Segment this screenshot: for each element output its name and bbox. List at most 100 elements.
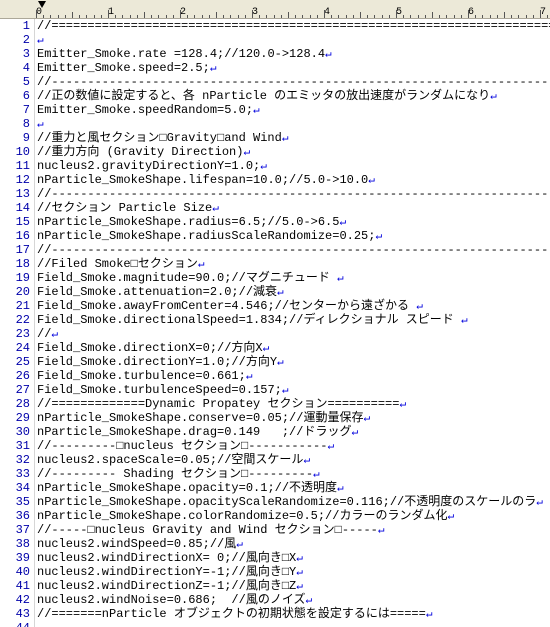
code-text: nParticle_SmokeShape.opacity=0.1;//不透明度 [37,481,337,495]
line-number: 19 [0,271,34,285]
eol-marker: ↵ [305,595,312,607]
eol-marker: ↵ [337,273,344,285]
code-line[interactable]: nucleus2.spaceScale=0.05;//空間スケール↵ [37,453,550,467]
code-text: nucleus2.windDirectionZ=-1;//風向き□Z [37,579,296,593]
line-number: 12 [0,173,34,187]
line-number: 31 [0,439,34,453]
code-line[interactable]: //--------------------------------------… [37,243,550,257]
code-text: Field_Smoke.directionY=1.0;//方向Y [37,355,277,369]
eol-marker: ↵ [51,329,58,341]
eol-marker: ↵ [363,413,370,425]
code-line[interactable]: //======================================… [37,19,550,33]
code-text: nParticle_SmokeShape.radiusScaleRandomiz… [37,229,375,243]
code-line[interactable]: Field_Smoke.directionalSpeed=1.834;//ディレ… [37,313,550,327]
code-line[interactable]: //-----□nucleus Gravity and Wind セクション□-… [37,523,550,537]
code-line[interactable]: Field_Smoke.awayFromCenter=4.546;//センターか… [37,299,550,313]
code-line[interactable]: //セクション Particle Size↵ [37,201,550,215]
line-number: 16 [0,229,34,243]
code-text: Emitter_Smoke.rate =128.4;//120.0->128.4 [37,47,325,61]
eol-marker: ↵ [37,119,44,131]
code-line[interactable]: //--------- Shading セクション□---------↵ [37,467,550,481]
code-line[interactable]: //--------------------------------------… [37,75,550,89]
code-line[interactable]: //重力方向 (Gravity Direction)↵ [37,145,550,159]
line-number: 15 [0,215,34,229]
code-text: Emitter_Smoke.speed=2.5; [37,61,210,75]
code-line[interactable]: //↵ [37,327,550,341]
code-line[interactable]: Field_Smoke.turbulenceSpeed=0.157;↵ [37,383,550,397]
eol-marker: ↵ [339,217,346,229]
code-line[interactable]: nParticle_SmokeShape.opacityScaleRandomi… [37,495,550,509]
code-line[interactable]: nParticle_SmokeShape.radiusScaleRandomiz… [37,229,550,243]
line-number: 39 [0,551,34,565]
code-line[interactable]: ↵ [37,33,550,47]
code-text: nucleus2.windDirectionY=-1;//風向き□Y [37,565,296,579]
code-line[interactable]: nParticle_SmokeShape.conserve=0.05;//運動量… [37,411,550,425]
code-line[interactable]: //=============Dynamic Propatey セクション===… [37,397,550,411]
eol-marker: ↵ [212,203,219,215]
eol-marker: ↵ [282,133,289,145]
horizontal-ruler: 01234567 [0,0,550,19]
code-text: nucleus2.windNoise=0.686; //風のノイズ [37,593,305,607]
code-line[interactable]: ↵ [37,117,550,131]
code-line[interactable]: nucleus2.windDirectionZ=-1;//風向き□Z↵ [37,579,550,593]
line-number: 40 [0,565,34,579]
eol-marker: ↵ [260,161,267,173]
code-text: Field_Smoke.directionalSpeed=1.834;//ディレ… [37,313,461,327]
line-number: 44 [0,621,34,627]
code-text: //=============Dynamic Propatey セクション===… [37,397,399,411]
eol-marker: ↵ [296,567,303,579]
code-line[interactable]: nParticle_SmokeShape.radius=6.5;//5.0->6… [37,215,550,229]
code-text: nParticle_SmokeShape.colorRandomize=0.5;… [37,509,447,523]
code-line[interactable]: Field_Smoke.directionY=1.0;//方向Y↵ [37,355,550,369]
code-text: nParticle_SmokeShape.lifespan=10.0;//5.0… [37,173,368,187]
code-line[interactable]: //--------------------------------------… [37,187,550,201]
code-line[interactable]: nParticle_SmokeShape.opacity=0.1;//不透明度↵ [37,481,550,495]
eol-marker: ↵ [416,301,423,313]
code-area[interactable]: //======================================… [35,19,550,627]
line-number: 18 [0,257,34,271]
line-number: 32 [0,453,34,467]
code-line[interactable]: //重力と風セクション□Gravity□and Wind↵ [37,131,550,145]
code-line[interactable]: Field_Smoke.turbulence=0.661;↵ [37,369,550,383]
line-number: 1 [0,19,34,33]
code-line[interactable]: //Filed Smoke□セクション↵ [37,257,550,271]
code-text: //--------------------------------------… [37,187,550,201]
eol-marker: ↵ [536,497,543,509]
line-number: 9 [0,131,34,145]
ruler-scale: 01234567 [36,0,550,18]
code-text: Emitter_Smoke.speedRandom=5.0; [37,103,253,117]
code-line[interactable]: Emitter_Smoke.speed=2.5;↵ [37,61,550,75]
line-number: 29 [0,411,34,425]
code-line[interactable]: nucleus2.gravityDirectionY=1.0;↵ [37,159,550,173]
line-number: 23 [0,327,34,341]
code-line[interactable]: //=======nParticle オブジェクトの初期状態を設定するには===… [37,607,550,621]
line-number: 24 [0,341,34,355]
line-number: 38 [0,537,34,551]
code-line[interactable]: nParticle_SmokeShape.lifespan=10.0;//5.0… [37,173,550,187]
code-text: nParticle_SmokeShape.opacityScaleRandomi… [37,495,536,509]
code-line[interactable]: //---------□nucleus セクション□-----------↵ [37,439,550,453]
eol-marker: ↵ [277,287,284,299]
eol-marker: ↵ [210,63,217,75]
line-number: 30 [0,425,34,439]
code-line[interactable]: Emitter_Smoke.rate =128.4;//120.0->128.4… [37,47,550,61]
line-number: 37 [0,523,34,537]
code-line[interactable]: nucleus2.windNoise=0.686; //風のノイズ↵ [37,593,550,607]
code-text: //重力方向 (Gravity Direction) [37,145,243,159]
line-number: 11 [0,159,34,173]
code-line[interactable]: nucleus2.windDirectionY=-1;//風向き□Y↵ [37,565,550,579]
code-line[interactable]: nucleus2.windSpeed=0.85;//風↵ [37,537,550,551]
line-number: 5 [0,75,34,89]
eol-marker: ↵ [447,511,454,523]
line-number: 35 [0,495,34,509]
code-line[interactable]: Field_Smoke.attenuation=2.0;//減衰↵ [37,285,550,299]
code-line[interactable]: Emitter_Smoke.speedRandom=5.0;↵ [37,103,550,117]
code-line[interactable]: nParticle_SmokeShape.drag=0.149 ;//ドラッグ↵ [37,425,550,439]
code-line[interactable]: Field_Smoke.directionX=0;//方向X↵ [37,341,550,355]
code-line[interactable]: Field_Smoke.magnitude=90.0;//マグニチュード ↵ [37,271,550,285]
eol-marker: ↵ [378,525,385,537]
code-line[interactable]: nParticle_SmokeShape.colorRandomize=0.5;… [37,509,550,523]
code-line[interactable]: //正の数値に設定すると、各 nParticle のエミッタの放出速度がランダム… [37,89,550,103]
code-text: //セクション Particle Size [37,201,212,215]
code-line[interactable]: nucleus2.windDirectionX= 0;//風向き□X↵ [37,551,550,565]
